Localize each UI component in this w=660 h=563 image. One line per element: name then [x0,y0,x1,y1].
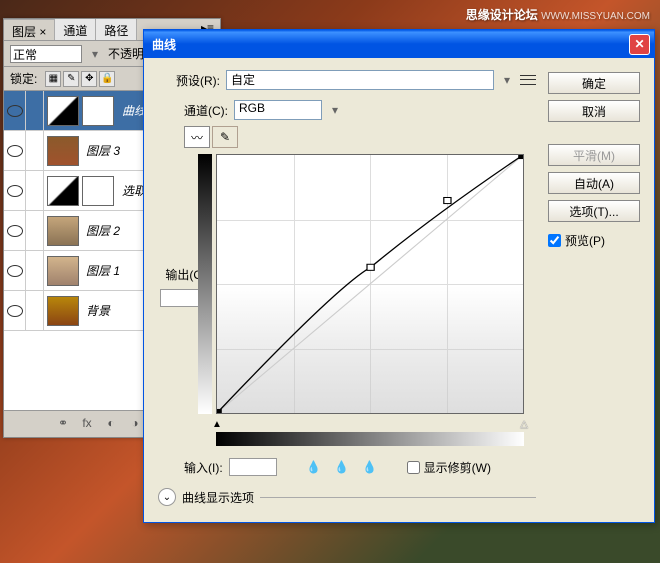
layer-thumb [47,136,79,166]
expand-label: 曲线显示选项 [182,489,254,506]
preview-checkbox[interactable]: 预览(P) [548,232,640,249]
layer-name: 图层 2 [82,222,120,239]
curve-point-tool[interactable]: 〰 [184,126,210,148]
layer-name: 图层 3 [82,142,120,159]
lock-all-icon[interactable]: 🔒 [99,71,115,87]
fx-icon[interactable]: fx [78,415,96,431]
preset-menu-icon[interactable] [520,73,536,87]
layer-name: 曲线 [118,102,146,119]
expand-options-button[interactable]: ⌄ [158,488,176,506]
channel-select[interactable]: RGB [234,100,322,120]
show-clipping-checkbox[interactable]: 显示修剪(W) [407,459,491,476]
auto-button[interactable]: 自动(A) [548,172,640,194]
layer-name: 背景 [82,302,110,319]
blend-mode-select[interactable]: 正常 [10,45,82,63]
output-gradient [198,154,212,414]
layer-mask [82,96,114,126]
cancel-button[interactable]: 取消 [548,100,640,122]
layer-thumb [47,296,79,326]
layer-mask [82,176,114,206]
curve-line [217,155,523,413]
mask-icon[interactable]: ◐ [102,415,120,431]
watermark-url: WWW.MISSYUAN.COM [541,11,650,22]
tab-paths[interactable]: 路径 [96,19,137,40]
layer-name: 图层 1 [82,262,120,279]
layer-thumb [47,256,79,286]
curve-pencil-tool[interactable]: ✎ [212,126,238,148]
chevron-down-icon: ▾ [500,73,514,87]
smooth-button[interactable]: 平滑(M) [548,144,640,166]
white-eyedropper-icon[interactable]: 💧 [359,456,381,478]
gray-eyedropper-icon[interactable]: 💧 [331,456,353,478]
visibility-eye-icon[interactable] [4,251,26,290]
lock-label: 锁定: [10,70,37,87]
visibility-eye-icon[interactable] [4,211,26,250]
lock-transparency-icon[interactable]: ▦ [45,71,61,87]
layer-thumb [47,96,79,126]
visibility-eye-icon[interactable] [4,131,26,170]
visibility-eye-icon[interactable] [4,171,26,210]
close-button[interactable]: ✕ [629,34,650,55]
input-input[interactable] [229,458,277,476]
watermark-title: 思缘设计论坛 [466,8,538,22]
titlebar[interactable]: 曲线 ✕ [144,30,654,58]
black-eyedropper-icon[interactable]: 💧 [303,456,325,478]
input-gradient [216,432,524,446]
tab-layers[interactable]: 图层 × [4,19,55,40]
lock-image-icon[interactable]: ✎ [63,71,79,87]
curve-area: ▲ △ [216,154,524,414]
layer-thumb [47,176,79,206]
link-layers-icon[interactable]: ⚭ [54,415,72,431]
chevron-down-icon: ▾ [328,103,342,117]
preview-input[interactable] [548,234,561,247]
visibility-eye-icon[interactable] [4,291,26,330]
chevron-down-icon: ▾ [88,47,102,61]
input-label: 输入(I): [184,459,223,476]
channel-label: 通道(C): [184,102,228,119]
adjustment-layer-icon[interactable]: ◑ [126,415,144,431]
opacity-label: 不透明 [108,45,144,62]
lock-position-icon[interactable]: ✥ [81,71,97,87]
visibility-eye-icon[interactable] [4,91,26,130]
tab-channels[interactable]: 通道 [55,19,96,40]
layer-thumb [47,216,79,246]
preset-label: 预设(R): [158,72,220,89]
ok-button[interactable]: 确定 [548,72,640,94]
options-button[interactable]: 选项(T)... [548,200,640,222]
white-point-slider[interactable]: △ [520,419,528,430]
dialog-title: 曲线 [148,36,176,53]
curve-graph[interactable] [216,154,524,414]
black-point-slider[interactable]: ▲ [212,419,222,430]
watermark: 思缘设计论坛 WWW.MISSYUAN.COM [466,6,650,23]
show-clipping-input[interactable] [407,461,420,474]
curves-dialog: 曲线 ✕ 预设(R): 自定 ▾ 通道(C): RGB ▾ 〰 ✎ 输出(O): [143,29,655,523]
preset-select[interactable]: 自定 [226,70,494,90]
